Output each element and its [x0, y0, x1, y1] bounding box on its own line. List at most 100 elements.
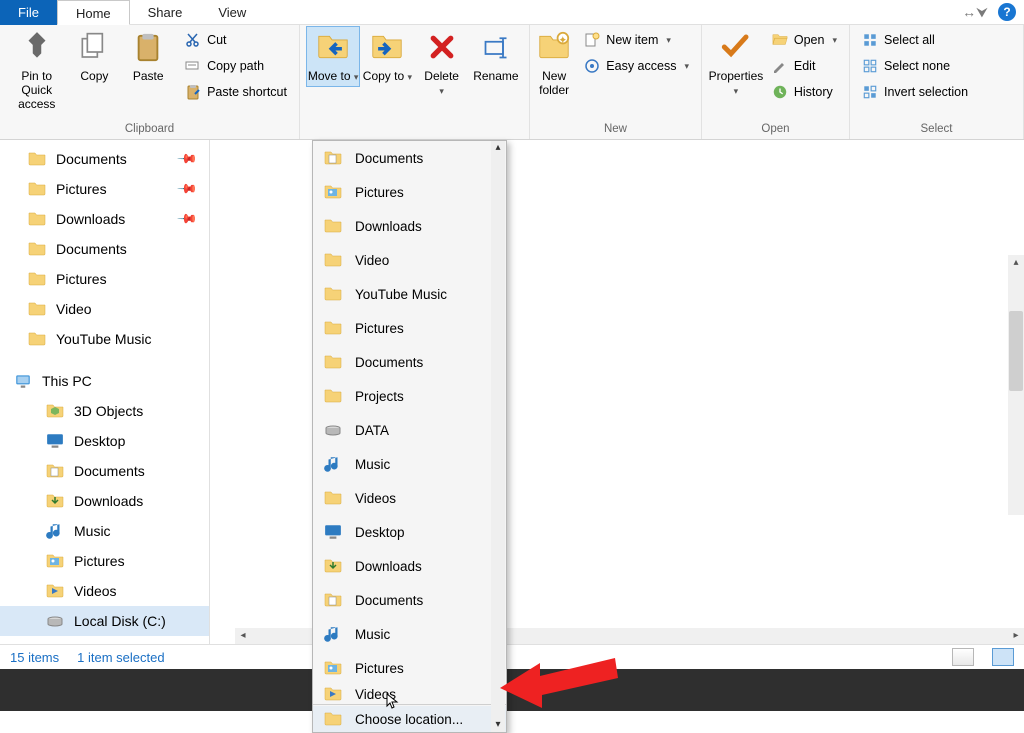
- select-all-icon: [862, 32, 878, 48]
- copy-button[interactable]: Copy: [67, 29, 121, 83]
- dropdown-item-7[interactable]: Projects: [313, 379, 506, 413]
- nav-quick-0[interactable]: Documents📌: [0, 144, 209, 174]
- history-button[interactable]: History: [766, 81, 843, 103]
- delete-button[interactable]: Delete▾: [415, 29, 469, 98]
- dropdown-item-2[interactable]: Downloads: [313, 209, 506, 243]
- properties-button[interactable]: Properties▾: [708, 29, 764, 98]
- dropdown-label: Downloads: [355, 219, 422, 234]
- scroll-right-icon[interactable]: ▸: [1008, 628, 1024, 644]
- easy-access-button[interactable]: Easy access▾: [578, 55, 695, 77]
- nav-quick-6[interactable]: YouTube Music: [0, 324, 209, 354]
- edit-button[interactable]: Edit: [766, 55, 843, 77]
- nav-quick-1[interactable]: Pictures📌: [0, 174, 209, 204]
- dropdown-scroll-down-icon[interactable]: ▾: [491, 718, 505, 732]
- scroll-left-icon[interactable]: ◂: [235, 628, 251, 644]
- view-details-button[interactable]: [952, 648, 974, 666]
- documents-icon: [46, 462, 64, 480]
- minimize-ribbon-icon[interactable]: ↔⮟: [956, 4, 994, 21]
- group-clipboard: Pin to Quick access Copy Paste Cut Copy …: [0, 25, 300, 139]
- documents-icon: [323, 590, 343, 610]
- copy-path-icon: [185, 58, 201, 74]
- nav-label: Documents: [74, 463, 145, 479]
- dropdown-item-0[interactable]: Documents: [313, 141, 506, 175]
- group-organize: Move to ▾ Copy to ▾ Delete▾ Rename: [300, 25, 530, 139]
- dropdown-item-15[interactable]: Pictures: [313, 651, 506, 685]
- dropdown-scrollbar[interactable]: ▴ ▾: [491, 141, 505, 732]
- copy-path-button[interactable]: Copy path: [179, 55, 293, 77]
- pin-to-quick-access-button[interactable]: Pin to Quick access: [6, 29, 67, 111]
- nav-pc-4[interactable]: Music: [0, 516, 209, 546]
- group-label-open: Open: [708, 121, 843, 139]
- dropdown-item-16[interactable]: Videos: [313, 685, 506, 703]
- dropdown-item-1[interactable]: Pictures: [313, 175, 506, 209]
- dropdown-item-10[interactable]: Videos: [313, 481, 506, 515]
- tab-file[interactable]: File: [0, 0, 57, 25]
- dropdown-item-11[interactable]: Desktop: [313, 515, 506, 549]
- rename-button[interactable]: Rename: [469, 29, 523, 83]
- folder-icon: [28, 180, 46, 198]
- nav-quick-2[interactable]: Downloads📌: [0, 204, 209, 234]
- ribbon: Pin to Quick access Copy Paste Cut Copy …: [0, 25, 1024, 140]
- folder-icon: [323, 250, 343, 270]
- nav-pc-0[interactable]: 3D Objects: [0, 396, 209, 426]
- dropdown-item-3[interactable]: Video: [313, 243, 506, 277]
- open-button[interactable]: Open▾: [766, 29, 843, 51]
- new-folder-icon: ✦: [536, 29, 572, 65]
- pin-icon: 📌: [176, 148, 199, 171]
- invert-selection-button[interactable]: Invert selection: [856, 81, 974, 103]
- dropdown-item-14[interactable]: Music: [313, 617, 506, 651]
- nav-pc-1[interactable]: Desktop: [0, 426, 209, 456]
- nav-this-pc[interactable]: This PC: [0, 366, 209, 396]
- nav-quick-4[interactable]: Pictures: [0, 264, 209, 294]
- nav-quick-3[interactable]: Documents: [0, 234, 209, 264]
- nav-pc-6[interactable]: Videos: [0, 576, 209, 606]
- view-icons-button[interactable]: [992, 648, 1014, 666]
- folder-icon: [323, 216, 343, 236]
- nav-pc-3[interactable]: Downloads: [0, 486, 209, 516]
- scrollbar-thumb[interactable]: [1009, 311, 1023, 391]
- easy-access-icon: [584, 58, 600, 74]
- select-none-button[interactable]: Select none: [856, 55, 974, 77]
- group-new: ✦ New folder New item▾ Easy access▾ New: [530, 25, 702, 139]
- scissors-icon: [185, 32, 201, 48]
- paste-shortcut-button[interactable]: Paste shortcut: [179, 81, 293, 103]
- paste-button[interactable]: Paste: [121, 29, 175, 85]
- choose-location-item[interactable]: Choose location...: [313, 706, 506, 732]
- svg-text:✦: ✦: [559, 34, 568, 46]
- clipboard-icon: [130, 29, 166, 65]
- delete-icon: [424, 29, 460, 65]
- copy-to-button[interactable]: Copy to ▾: [360, 29, 414, 84]
- pictures-lib-icon: [323, 182, 343, 202]
- help-icon[interactable]: ?: [998, 3, 1016, 21]
- dropdown-item-6[interactable]: Documents: [313, 345, 506, 379]
- select-all-button[interactable]: Select all: [856, 29, 974, 51]
- nav-pc-5[interactable]: Pictures: [0, 546, 209, 576]
- dropdown-label: Pictures: [355, 661, 404, 676]
- dropdown-item-13[interactable]: Documents: [313, 583, 506, 617]
- dropdown-item-12[interactable]: Downloads: [313, 549, 506, 583]
- dropdown-item-8[interactable]: DATA: [313, 413, 506, 447]
- nav-pc-7[interactable]: Local Disk (C:): [0, 606, 209, 636]
- nav-quick-5[interactable]: Video: [0, 294, 209, 324]
- cut-button[interactable]: Cut: [179, 29, 293, 51]
- desktop-icon: [46, 432, 64, 450]
- music-icon: [323, 454, 343, 474]
- scroll-up-icon[interactable]: ▴: [1008, 255, 1024, 271]
- disk-icon: [46, 612, 64, 630]
- dark-strip: [0, 669, 1024, 711]
- tab-home[interactable]: Home: [57, 0, 130, 25]
- tab-view[interactable]: View: [200, 0, 264, 25]
- nav-pc-2[interactable]: Documents: [0, 456, 209, 486]
- dropdown-item-9[interactable]: Music: [313, 447, 506, 481]
- vertical-scrollbar[interactable]: ▴: [1008, 255, 1024, 515]
- move-to-button[interactable]: Move to ▾: [306, 26, 360, 87]
- nav-label: This PC: [42, 373, 92, 389]
- dropdown-scroll-up-icon[interactable]: ▴: [491, 141, 505, 155]
- new-item-button[interactable]: New item▾: [578, 29, 695, 51]
- new-folder-button[interactable]: ✦ New folder: [536, 29, 572, 97]
- dropdown-label: Documents: [355, 593, 423, 608]
- tab-share[interactable]: Share: [130, 0, 201, 25]
- nav-label: Pictures: [56, 271, 107, 287]
- dropdown-item-5[interactable]: Pictures: [313, 311, 506, 345]
- dropdown-item-4[interactable]: YouTube Music: [313, 277, 506, 311]
